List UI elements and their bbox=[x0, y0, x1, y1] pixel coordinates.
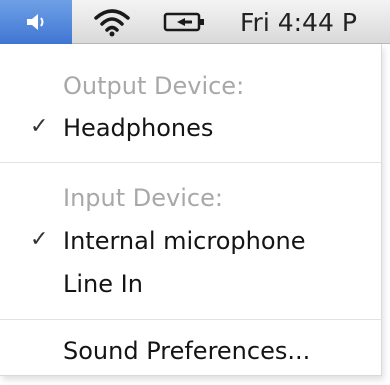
volume-icon bbox=[22, 0, 50, 44]
menu-item-label: Line In bbox=[63, 270, 143, 298]
menu-separator bbox=[0, 162, 382, 163]
menu-item-label: Internal microphone bbox=[63, 227, 306, 255]
wifi-icon[interactable] bbox=[90, 0, 134, 44]
menu-separator bbox=[0, 319, 382, 320]
checkmark-icon: ✓ bbox=[30, 114, 49, 139]
menu-bar: Fri 4:44 P bbox=[0, 0, 390, 44]
checkmark-icon: ✓ bbox=[30, 227, 49, 252]
menu-item-label: Sound Preferences... bbox=[63, 337, 311, 365]
menu-item-label: Headphones bbox=[63, 114, 214, 142]
input-device-label: Input Device: bbox=[63, 184, 223, 212]
menu-bar-clock[interactable]: Fri 4:44 P bbox=[240, 0, 357, 44]
volume-menu-extra[interactable] bbox=[0, 0, 72, 44]
battery-icon[interactable] bbox=[160, 0, 210, 44]
volume-dropdown-menu: Output Device: ✓ Headphones Input Device… bbox=[0, 44, 382, 376]
output-device-label: Output Device: bbox=[63, 72, 245, 100]
